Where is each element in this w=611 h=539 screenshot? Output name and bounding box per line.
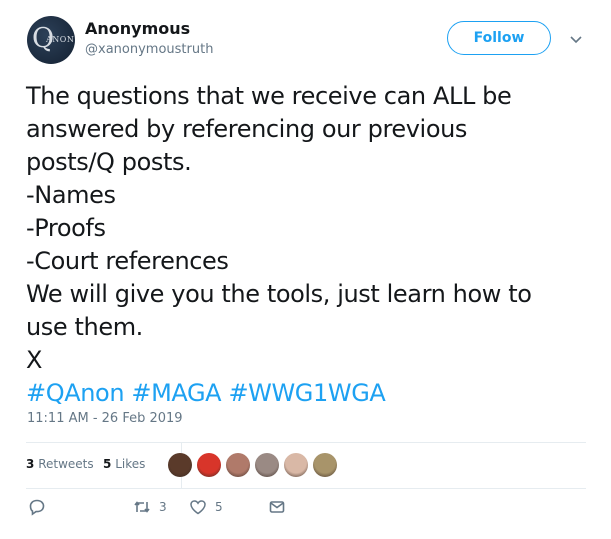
tweet-text: The questions that we receive can ALL be…	[26, 80, 586, 410]
tweet-line: We will give you the tools, just learn h…	[26, 280, 532, 308]
tweet-line: posts/Q posts.	[26, 148, 192, 176]
likes-label: Likes	[115, 457, 146, 471]
liker-avatar-1[interactable]	[168, 453, 192, 477]
heart-icon	[190, 500, 206, 515]
avatar-anon-text: ANON	[46, 35, 75, 44]
reply-icon	[29, 499, 45, 516]
tweet-timestamp[interactable]: 11:11 AM - 26 Feb 2019	[27, 411, 183, 426]
retweets-count: 3	[26, 457, 35, 471]
tweet-line: -Court references	[26, 247, 229, 275]
likes-count: 5	[103, 457, 112, 471]
hashtags-line: #QAnon #MAGA #WWG1WGA	[26, 377, 586, 410]
tweet-line: -Proofs	[26, 214, 106, 242]
chevron-down-icon[interactable]	[568, 31, 584, 47]
direct-message-button[interactable]	[268, 498, 286, 516]
liker-avatar-3[interactable]	[226, 453, 250, 477]
retweet-button[interactable]: 3	[133, 498, 167, 516]
like-button[interactable]: 5	[189, 498, 223, 516]
tweet-line: The questions that we receive can ALL be	[26, 82, 512, 110]
author-handle[interactable]: @xanonymoustruth	[85, 42, 213, 57]
retweets-stat[interactable]: 3 Retweets	[26, 457, 94, 471]
tweet-line: answered by referencing our previous	[26, 115, 468, 143]
tweet-line: -Names	[26, 181, 116, 209]
retweet-count: 3	[159, 500, 167, 514]
tweet-header: Q ANON Anonymous @xanonymoustruth Follow	[0, 0, 611, 75]
like-count: 5	[215, 500, 223, 514]
reply-button[interactable]	[28, 498, 46, 516]
divider-bottom	[26, 488, 586, 489]
liker-avatars	[168, 453, 337, 477]
tweet-actions: 3 5	[26, 498, 586, 528]
liker-avatar-2[interactable]	[197, 453, 221, 477]
hashtag-qanon[interactable]: #QAnon	[26, 379, 125, 407]
envelope-icon	[269, 501, 285, 513]
follow-button[interactable]: Follow	[447, 21, 551, 55]
hashtag-wwg1wga[interactable]: #WWG1WGA	[228, 379, 385, 407]
liker-avatar-5[interactable]	[284, 453, 308, 477]
tweet-line: use them.	[26, 313, 143, 341]
author-display-name[interactable]: Anonymous	[85, 19, 190, 38]
liker-avatar-6[interactable]	[313, 453, 337, 477]
likes-stat[interactable]: 5 Likes	[103, 457, 145, 471]
tweet-line: X	[26, 346, 43, 374]
retweets-label: Retweets	[38, 457, 94, 471]
retweet-icon	[134, 501, 150, 513]
author-avatar[interactable]: Q ANON	[27, 16, 75, 64]
hashtag-maga[interactable]: #MAGA	[131, 379, 221, 407]
liker-avatar-4[interactable]	[255, 453, 279, 477]
